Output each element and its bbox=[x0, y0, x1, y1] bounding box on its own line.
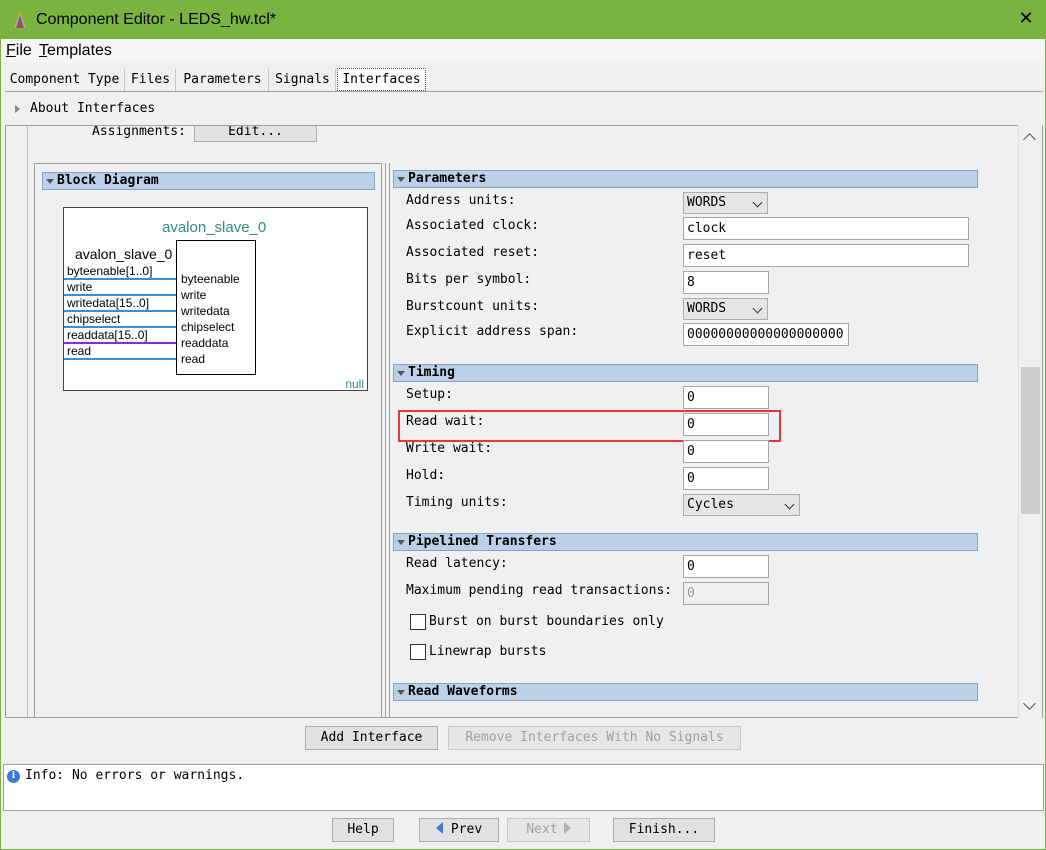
chevron-down-icon bbox=[784, 499, 795, 510]
pipelined-transfers-header[interactable]: Pipelined Transfers bbox=[393, 533, 978, 551]
signal-label: chipselect bbox=[67, 312, 121, 326]
max-pending-label: Maximum pending read transactions: bbox=[406, 583, 673, 598]
scroll-down-icon[interactable] bbox=[1023, 697, 1036, 710]
address-units-value: WORDS bbox=[687, 195, 727, 210]
diagram-interface-title: avalon_slave_0 bbox=[162, 219, 267, 236]
burst-boundaries-label: Burst on burst boundaries only bbox=[429, 614, 664, 629]
burstcount-units-label: Burstcount units: bbox=[406, 299, 540, 314]
close-icon[interactable]: ✕ bbox=[1015, 7, 1037, 31]
assignments-edit-button[interactable]: Edit... bbox=[194, 126, 317, 142]
associated-reset-label: Associated reset: bbox=[406, 245, 540, 260]
associated-clock-label: Associated clock: bbox=[406, 218, 540, 233]
title-bar: Component Editor - LEDS_hw.tcl* ✕ bbox=[1, 1, 1045, 39]
next-label: Next bbox=[526, 822, 558, 837]
timing-units-value: Cycles bbox=[687, 497, 734, 512]
chevron-down-icon bbox=[752, 197, 763, 208]
info-icon: i bbox=[7, 770, 20, 783]
write-wait-field[interactable]: 0 bbox=[683, 440, 769, 463]
read-waveforms-header[interactable]: Read Waveforms bbox=[393, 683, 978, 701]
port-label: readdata bbox=[181, 336, 229, 350]
port-label: byteenable bbox=[181, 272, 240, 286]
assignments-label: Assignments: bbox=[92, 125, 186, 139]
signal-wire bbox=[64, 358, 176, 360]
app-icon bbox=[14, 11, 26, 28]
bits-per-symbol-label: Bits per symbol: bbox=[406, 272, 532, 287]
inner-margin bbox=[20, 126, 28, 717]
associated-clock-field[interactable]: clock bbox=[683, 217, 969, 240]
write-wait-label: Write wait: bbox=[406, 441, 493, 456]
explicit-address-span-field[interactable]: 00000000000000000000 bbox=[683, 323, 849, 346]
help-button[interactable]: Help bbox=[332, 818, 394, 842]
setup-field[interactable]: 0 bbox=[683, 386, 769, 409]
component-editor-window: Component Editor - LEDS_hw.tcl* ✕ File T… bbox=[0, 0, 1046, 850]
window-title: Component Editor - LEDS_hw.tcl* bbox=[36, 11, 277, 28]
scroll-up-icon[interactable] bbox=[1023, 133, 1036, 146]
read-latency-label: Read latency: bbox=[406, 556, 508, 571]
timing-units-select[interactable]: Cycles bbox=[683, 494, 800, 516]
menu-bar: File Templates bbox=[1, 39, 1045, 63]
tab-files[interactable]: Files bbox=[126, 69, 176, 91]
signal-label: writedata[15..0] bbox=[67, 296, 150, 310]
block-diagram: avalon_slave_0 avalon_slave_0 byteenable… bbox=[63, 207, 368, 391]
help-label: Help bbox=[347, 822, 379, 837]
remove-interfaces-button: Remove Interfaces With No Signals bbox=[448, 726, 741, 750]
add-interface-button[interactable]: Add Interface bbox=[305, 726, 438, 750]
tab-component-type[interactable]: Component Type bbox=[5, 69, 125, 91]
tab-interfaces[interactable]: Interfaces bbox=[337, 68, 426, 91]
tab-divider bbox=[5, 91, 1043, 92]
max-pending-field: 0 bbox=[683, 582, 769, 605]
port-label: read bbox=[181, 352, 206, 366]
menu-templates[interactable]: Templates bbox=[39, 42, 112, 60]
arrow-left-icon bbox=[435, 822, 443, 834]
expand-arrow-icon bbox=[15, 104, 20, 113]
prev-label: Prev bbox=[450, 822, 483, 837]
parameters-header[interactable]: Parameters bbox=[393, 170, 978, 188]
bits-per-symbol-field[interactable]: 8 bbox=[683, 271, 769, 294]
message-area: i Info: No errors or warnings. bbox=[3, 764, 1044, 811]
burstcount-units-value: WORDS bbox=[687, 301, 727, 316]
menu-file[interactable]: File bbox=[6, 42, 32, 60]
tab-signals[interactable]: Signals bbox=[270, 69, 336, 91]
timing-units-label: Timing units: bbox=[406, 495, 508, 510]
next-button: Next bbox=[507, 818, 590, 842]
about-interfaces-label: About Interfaces bbox=[30, 101, 156, 116]
signal-label: read bbox=[67, 344, 92, 358]
finish-button[interactable]: Finish... bbox=[613, 818, 715, 842]
scroll-thumb[interactable] bbox=[1021, 367, 1040, 514]
arrow-right-icon bbox=[563, 822, 571, 834]
linewrap-label: Linewrap bursts bbox=[429, 644, 547, 659]
tab-parameters[interactable]: Parameters bbox=[177, 69, 269, 91]
linewrap-checkbox[interactable] bbox=[410, 644, 426, 660]
chevron-down-icon bbox=[752, 303, 763, 314]
address-units-select[interactable]: WORDS bbox=[683, 192, 768, 214]
vertical-scrollbar[interactable] bbox=[1018, 125, 1042, 718]
highlight-box bbox=[398, 410, 781, 442]
explicit-address-span-label: Explicit address span: bbox=[406, 324, 579, 339]
block-diagram-header[interactable]: Block Diagram bbox=[42, 172, 375, 190]
signal-label: readdata[15..0] bbox=[67, 328, 148, 342]
about-interfaces-toggle[interactable]: About Interfaces bbox=[15, 101, 155, 116]
prev-button[interactable]: Prev bbox=[419, 818, 499, 842]
port-label: write bbox=[181, 288, 207, 302]
block-diagram-panel: Block Diagram avalon_slave_0 avalon_slav… bbox=[34, 163, 382, 717]
associated-reset-field[interactable]: reset bbox=[683, 244, 969, 267]
read-latency-field[interactable]: 0 bbox=[683, 555, 769, 578]
port-label: writedata bbox=[181, 304, 230, 318]
port-label: chipselect bbox=[181, 320, 235, 334]
address-units-label: Address units: bbox=[406, 193, 516, 208]
signal-label: byteenable[1..0] bbox=[67, 264, 153, 278]
hold-field[interactable]: 0 bbox=[683, 467, 769, 490]
burstcount-units-select[interactable]: WORDS bbox=[683, 298, 768, 320]
split-pane-divider[interactable] bbox=[385, 163, 390, 717]
timing-header[interactable]: Timing bbox=[393, 364, 978, 382]
diagram-footer: null bbox=[345, 377, 364, 391]
hold-label: Hold: bbox=[406, 468, 446, 483]
burst-boundaries-checkbox[interactable] bbox=[410, 614, 426, 630]
message-text: Info: No errors or warnings. bbox=[25, 768, 245, 783]
signal-label: write bbox=[67, 280, 93, 294]
setup-label: Setup: bbox=[406, 387, 453, 402]
diagram-box-name: avalon_slave_0 bbox=[75, 246, 173, 262]
